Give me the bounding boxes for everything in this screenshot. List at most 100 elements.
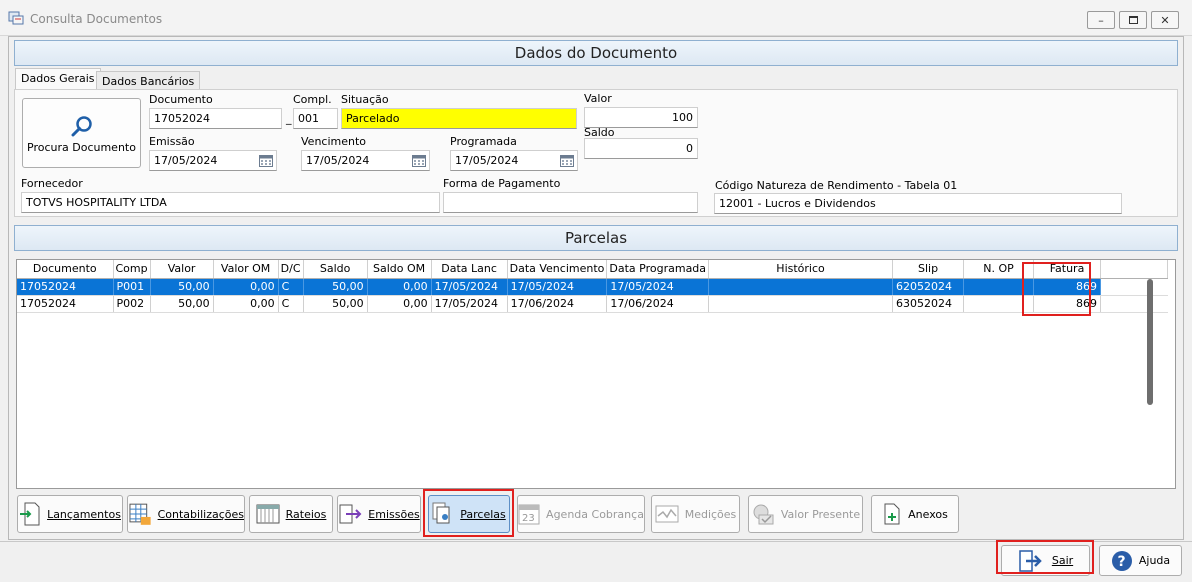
calendar-icon[interactable] xyxy=(259,154,273,167)
col-documento[interactable]: Documento xyxy=(17,260,114,279)
tab-dados-gerais[interactable]: Dados Gerais xyxy=(15,68,101,90)
cell-data-vencimento: 17/06/2024 xyxy=(507,295,608,313)
natureza-field[interactable]: 12001 - Lucros e Dividendos xyxy=(714,193,1122,214)
cell-filler xyxy=(1100,278,1168,296)
svg-text:23: 23 xyxy=(522,513,535,524)
grid-scrollbar[interactable] xyxy=(1147,279,1153,405)
col-valor[interactable]: Valor xyxy=(150,260,214,279)
col-saldo-om[interactable]: Saldo OM xyxy=(367,260,432,279)
title-bar: Consulta Documentos – ✕ xyxy=(0,0,1192,36)
col-data-programada[interactable]: Data Programada xyxy=(606,260,710,279)
search-icon xyxy=(71,116,92,137)
cell-dc: C xyxy=(278,278,304,296)
parcelas-grid[interactable]: Documento Comp Valor Valor OM D/C Saldo … xyxy=(16,259,1176,489)
cell-documento: 17052024 xyxy=(17,278,114,296)
forma-pagamento-field[interactable] xyxy=(443,192,698,213)
ajuda-button[interactable]: ? Ajuda xyxy=(1099,545,1182,576)
col-valor-om[interactable]: Valor OM xyxy=(213,260,279,279)
emissao-field[interactable]: 17/05/2024 xyxy=(149,150,277,171)
compl-field[interactable]: 001 xyxy=(293,108,338,129)
agenda-cobranca-button[interactable]: 23 Agenda Cobrança xyxy=(517,495,645,533)
cell-filler xyxy=(1100,295,1168,313)
rateios-button[interactable]: Rateios xyxy=(249,495,333,533)
parcelas-table: Documento Comp Valor Valor OM D/C Saldo … xyxy=(17,260,1169,313)
table-row[interactable]: 17052024 P002 50,00 0,00 C 50,00 0,00 17… xyxy=(17,295,1168,313)
medicoes-label: Medições xyxy=(684,507,737,521)
anexos-label: Anexos xyxy=(908,507,948,521)
app-icon xyxy=(8,11,24,25)
col-historico[interactable]: Histórico xyxy=(708,260,894,279)
medicoes-button[interactable]: Medições xyxy=(651,495,740,533)
situacao-field[interactable]: Parcelado xyxy=(341,108,577,129)
lancamentos-button[interactable]: Lançamentos xyxy=(17,495,123,533)
emissoes-icon xyxy=(339,504,362,524)
tab-dados-bancarios[interactable]: Dados Bancários xyxy=(96,71,201,91)
calendar-icon[interactable] xyxy=(560,154,574,167)
valor-presente-button[interactable]: Valor Presente xyxy=(748,495,863,533)
maximize-button[interactable] xyxy=(1119,11,1147,29)
svg-text:?: ? xyxy=(1117,554,1125,570)
cell-data-lanc: 17/05/2024 xyxy=(431,278,508,296)
cell-documento: 17052024 xyxy=(17,295,114,313)
natureza-label: Código Natureza de Rendimento - Tabela 0… xyxy=(715,179,958,192)
table-row[interactable]: 17052024 P001 50,00 0,00 C 50,00 0,00 17… xyxy=(17,278,1168,296)
vencimento-label: Vencimento xyxy=(301,135,367,148)
cell-dc: C xyxy=(278,295,304,313)
programada-field[interactable]: 17/05/2024 xyxy=(450,150,578,171)
parcelas-section-header: Parcelas xyxy=(14,225,1178,251)
programada-value: 17/05/2024 xyxy=(455,154,519,167)
attachment-icon xyxy=(884,503,900,525)
vencimento-field[interactable]: 17/05/2024 xyxy=(301,150,430,171)
col-dc[interactable]: D/C xyxy=(278,260,304,279)
contabilizacoes-button[interactable]: Contabilizações xyxy=(127,495,245,533)
procura-documento-label: Procura Documento xyxy=(27,141,136,154)
procura-documento-button[interactable]: Procura Documento xyxy=(22,98,141,168)
sair-highlight xyxy=(996,540,1094,574)
emissao-label: Emissão xyxy=(149,135,195,148)
calendar-icon[interactable] xyxy=(412,154,426,167)
col-data-lanc[interactable]: Data Lanc xyxy=(431,260,508,279)
chart-icon xyxy=(655,505,679,523)
maximize-icon xyxy=(1128,16,1138,24)
rateios-label: Rateios xyxy=(285,507,327,521)
document-section-header: Dados do Documento xyxy=(14,40,1178,66)
parcelas-section-title: Parcelas xyxy=(564,229,628,247)
col-data-vencimento[interactable]: Data Vencimento xyxy=(507,260,608,279)
close-icon: ✕ xyxy=(1160,13,1170,27)
tab-dados-bancarios-label: Dados Bancários xyxy=(102,75,195,88)
cell-slip: 63052024 xyxy=(892,295,965,313)
help-icon: ? xyxy=(1111,550,1132,571)
document-section-title: Dados do Documento xyxy=(514,44,678,62)
valor-presente-label: Valor Presente xyxy=(780,507,861,521)
calendar-icon: 23 xyxy=(518,504,540,525)
emissoes-button[interactable]: Emissões xyxy=(337,495,421,533)
cell-valor: 50,00 xyxy=(150,278,214,296)
cell-valor-om: 0,00 xyxy=(213,295,279,313)
parcelas-highlight xyxy=(423,489,514,537)
col-saldo[interactable]: Saldo xyxy=(303,260,368,279)
grid-header-row: Documento Comp Valor Valor OM D/C Saldo … xyxy=(17,260,1169,279)
minimize-button[interactable]: – xyxy=(1087,11,1115,29)
fornecedor-field[interactable]: TOTVS HOSPITALITY LTDA xyxy=(21,192,440,213)
cell-valor: 50,00 xyxy=(150,295,214,313)
compl-separator: _ xyxy=(286,112,292,125)
saldo-field[interactable]: 0 xyxy=(584,138,698,159)
minimize-icon: – xyxy=(1098,13,1104,27)
programada-label: Programada xyxy=(450,135,517,148)
valor-field[interactable]: 100 xyxy=(584,107,698,128)
forma-pagamento-label: Forma de Pagamento xyxy=(443,177,561,190)
col-comp[interactable]: Comp xyxy=(113,260,151,279)
close-button[interactable]: ✕ xyxy=(1151,11,1179,29)
anexos-button[interactable]: Anexos xyxy=(871,495,959,533)
table-icon xyxy=(256,504,280,524)
agenda-cobranca-label: Agenda Cobrança xyxy=(546,507,644,521)
cell-comp: P002 xyxy=(113,295,151,313)
window-title: Consulta Documentos xyxy=(30,12,163,26)
emissoes-label: Emissões xyxy=(368,507,420,521)
situacao-label: Situação xyxy=(341,93,389,106)
fatura-highlight xyxy=(1022,262,1091,316)
cell-historico xyxy=(708,295,894,313)
documento-field[interactable]: 17052024 xyxy=(149,108,282,129)
col-slip[interactable]: Slip xyxy=(892,260,965,279)
fornecedor-label: Fornecedor xyxy=(21,177,83,190)
